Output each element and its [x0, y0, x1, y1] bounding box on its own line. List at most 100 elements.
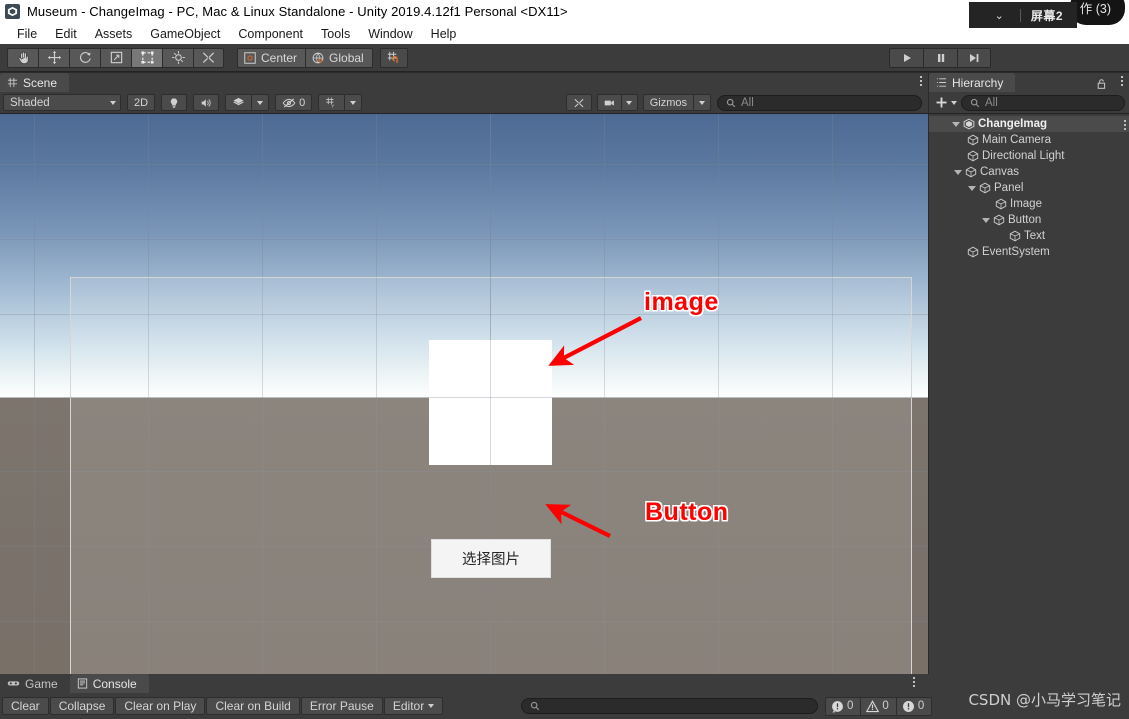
hierarchy-search-input[interactable]: All: [961, 94, 1125, 111]
hierarchy-search-placeholder: All: [985, 96, 998, 109]
hierarchy-row-menu[interactable]: [1124, 120, 1126, 130]
hierarchy-item-label: Text: [1024, 230, 1046, 242]
warning-count-badge[interactable]: 0: [860, 696, 896, 716]
clear-label: Clear: [11, 699, 40, 713]
hierarchy-item-eventsystem[interactable]: EventSystem: [929, 244, 1129, 260]
screen-selector-overlay[interactable]: ⌄ 屏幕2: [968, 2, 1077, 28]
unity-editor-window: Museum - ChangeImag - PC, Mac & Linux St…: [0, 0, 1129, 719]
clear-button[interactable]: Clear: [2, 697, 49, 715]
menu-assets[interactable]: Assets: [86, 27, 142, 41]
step-button[interactable]: [957, 47, 991, 68]
scene-viewport[interactable]: 选择图片 image Button: [0, 114, 928, 674]
handle-rotation-button[interactable]: Global: [305, 47, 373, 68]
custom-editor-tool-button[interactable]: [193, 47, 224, 68]
log-count-value: 0: [847, 700, 854, 712]
collapse-button[interactable]: Collapse: [49, 697, 115, 715]
menu-edit[interactable]: Edit: [46, 27, 86, 41]
hidden-objects-button[interactable]: 0: [275, 94, 313, 111]
tab-hierarchy[interactable]: Hierarchy: [929, 73, 1016, 92]
console-search-input[interactable]: [521, 698, 818, 714]
grid-visibility-button[interactable]: Y: [318, 94, 345, 111]
scene-camera-button[interactable]: [596, 94, 621, 111]
scene-camera-dropdown[interactable]: [620, 94, 638, 111]
hierarchy-item-changeimag[interactable]: ChangeImag: [929, 116, 1129, 132]
rect-tool-button[interactable]: [131, 47, 162, 68]
tab-console[interactable]: Console: [69, 674, 149, 693]
console-panel-menu[interactable]: [913, 677, 915, 687]
chevron-down-icon[interactable]: ⌄: [979, 9, 1020, 22]
expand-arrow-icon[interactable]: [953, 169, 963, 175]
notification-toast[interactable]: 作 (3): [1069, 0, 1125, 25]
warning-icon: [866, 699, 880, 712]
chevron-down-icon: [350, 100, 357, 105]
log-count-badge[interactable]: 0: [825, 696, 861, 716]
screen-label: 屏幕2: [1030, 8, 1063, 23]
hand-tool-button[interactable]: [7, 47, 38, 68]
expand-arrow-icon[interactable]: [967, 185, 977, 191]
warning-count-value: 0: [882, 700, 889, 712]
hierarchy-item-text[interactable]: Text: [929, 228, 1129, 244]
error-count-badge[interactable]: 0: [895, 696, 933, 716]
menu-tools[interactable]: Tools: [312, 27, 359, 41]
grid-snap-button[interactable]: [379, 47, 408, 68]
global-icon: [312, 52, 324, 63]
toggle-2d-button[interactable]: 2D: [127, 94, 156, 111]
add-gameobject-button[interactable]: [933, 96, 959, 109]
fx-dropdown-button[interactable]: [251, 94, 270, 111]
clear-on-build-button[interactable]: Clear on Build: [206, 697, 300, 715]
editor-dropdown-label: Editor: [392, 699, 425, 713]
expand-arrow-icon[interactable]: [951, 121, 961, 127]
menu-component[interactable]: Component: [229, 27, 312, 41]
hierarchy-toolbar: All: [929, 92, 1129, 114]
gameobject-icon: [965, 246, 980, 258]
annotation-image-label: image: [644, 288, 719, 316]
lighting-toggle-button[interactable]: [161, 94, 188, 111]
title-bar: Museum - ChangeImag - PC, Mac & Linux St…: [0, 0, 1129, 23]
scene-tools-button[interactable]: [565, 94, 592, 111]
gizmos-label: Gizmos: [649, 96, 687, 109]
hierarchy-item-canvas[interactable]: Canvas: [929, 164, 1129, 180]
hierarchy-item-label: Canvas: [980, 166, 1019, 178]
scene-panel-menu[interactable]: [920, 76, 922, 86]
gameobject-icon: [965, 134, 980, 146]
editor-dropdown-button[interactable]: Editor: [383, 697, 444, 715]
menu-gameobject[interactable]: GameObject: [141, 27, 229, 41]
move-tool-button[interactable]: [38, 47, 69, 68]
rotate-tool-button[interactable]: [69, 47, 100, 68]
grid-dropdown-button[interactable]: [344, 94, 363, 111]
pivot-mode-button[interactable]: Center: [237, 47, 306, 68]
play-button[interactable]: [889, 47, 923, 68]
scale-tool-button[interactable]: [100, 47, 131, 68]
audio-toggle-button[interactable]: [193, 94, 220, 111]
hierarchy-item-button[interactable]: Button: [929, 212, 1129, 228]
console-panel: Game Console Clear Collapse Clear on Pla…: [0, 674, 1129, 719]
scene-ui-image[interactable]: [429, 340, 552, 465]
speaker-icon: [201, 98, 211, 107]
expand-arrow-icon[interactable]: [981, 217, 991, 223]
clear-on-play-button[interactable]: Clear on Play: [115, 697, 206, 715]
scene-ui-button[interactable]: 选择图片: [431, 539, 551, 578]
scene-search-input[interactable]: All: [717, 94, 922, 111]
hierarchy-panel-menu[interactable]: [1121, 76, 1123, 86]
tab-game[interactable]: Game: [0, 674, 70, 693]
pause-button[interactable]: [923, 47, 957, 68]
snap-group: [379, 47, 408, 68]
canvas-rect-gizmo[interactable]: [70, 277, 912, 674]
hierarchy-item-image[interactable]: Image: [929, 196, 1129, 212]
error-pause-button[interactable]: Error Pause: [300, 697, 383, 715]
scene-tools-icon: [574, 98, 584, 107]
menu-file[interactable]: File: [8, 27, 46, 41]
fx-toggle-button[interactable]: [225, 94, 252, 111]
console-tab-bar: Game Console: [0, 674, 1129, 693]
tab-scene[interactable]: Scene: [0, 73, 70, 92]
menu-help[interactable]: Help: [422, 27, 466, 41]
hierarchy-item-panel[interactable]: Panel: [929, 180, 1129, 196]
gizmos-dropdown[interactable]: [693, 94, 711, 111]
hierarchy-item-directional-light[interactable]: Directional Light: [929, 148, 1129, 164]
menu-window[interactable]: Window: [359, 27, 421, 41]
hierarchy-item-main-camera[interactable]: Main Camera: [929, 132, 1129, 148]
unity-icon: [5, 4, 20, 19]
gizmos-button[interactable]: Gizmos: [642, 94, 693, 111]
transform-tool-button[interactable]: [162, 47, 193, 68]
draw-mode-dropdown[interactable]: Shaded: [3, 94, 121, 111]
